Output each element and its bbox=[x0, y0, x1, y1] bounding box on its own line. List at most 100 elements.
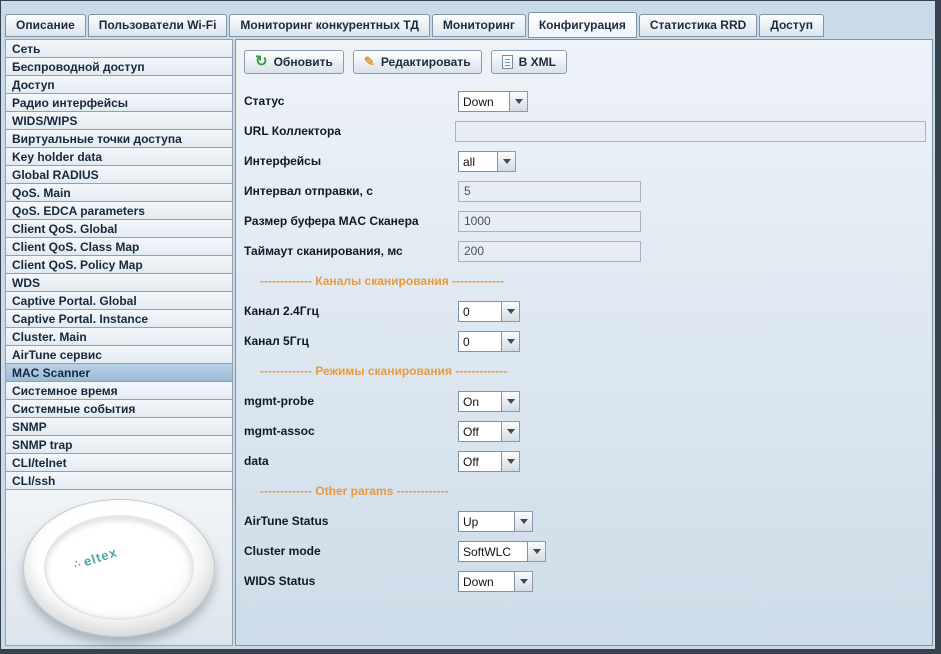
mgmt-assoc-row: mgmt-assoc Off bbox=[244, 416, 926, 446]
chevron-down-icon[interactable] bbox=[502, 301, 520, 322]
airtune-status-select[interactable]: Up bbox=[458, 511, 533, 532]
content-area: Сеть Беспроводной доступ Доступ Радио ин… bbox=[1, 37, 935, 649]
channel-5-select[interactable]: 0 bbox=[458, 331, 520, 352]
chevron-down-icon[interactable] bbox=[515, 571, 533, 592]
collector-url-row: URL Коллектора bbox=[244, 116, 926, 146]
interfaces-row: Интерфейсы all bbox=[244, 146, 926, 176]
buffer-size-input[interactable] bbox=[458, 211, 641, 232]
sidebar-item-radio-interfaces[interactable]: Радио интерфейсы bbox=[5, 93, 233, 112]
pencil-icon: ✎ bbox=[364, 56, 375, 68]
sidebar-item-cluster-main[interactable]: Cluster. Main bbox=[5, 327, 233, 346]
cluster-mode-label: Cluster mode bbox=[244, 544, 458, 558]
wids-status-select[interactable]: Down bbox=[458, 571, 533, 592]
section-other-params: ------------- Other params ------------- bbox=[244, 476, 926, 506]
mgmt-probe-select[interactable]: On bbox=[458, 391, 520, 412]
collector-url-label: URL Коллектора bbox=[244, 124, 455, 138]
chevron-down-icon[interactable] bbox=[528, 541, 546, 562]
data-select[interactable]: Off bbox=[458, 451, 520, 472]
chevron-down-icon[interactable] bbox=[502, 391, 520, 412]
data-label: data bbox=[244, 454, 458, 468]
sidebar-item-cli-telnet[interactable]: CLI/telnet bbox=[5, 453, 233, 472]
section-scan-modes: ------------- Режимы сканирования ------… bbox=[244, 356, 926, 386]
buffer-size-label: Размер буфера MAC Сканера bbox=[244, 214, 458, 228]
tab-access[interactable]: Доступ bbox=[759, 14, 824, 37]
cluster-mode-select[interactable]: SoftWLC bbox=[458, 541, 546, 562]
access-point-ring bbox=[44, 515, 194, 620]
sidebar-item-qos-edca-parameters[interactable]: QoS. EDCA parameters bbox=[5, 201, 233, 220]
sidebar-item-snmp[interactable]: SNMP bbox=[5, 417, 233, 436]
tab-bar: Описание Пользователи Wi-Fi Мониторинг к… bbox=[1, 1, 935, 37]
interfaces-value: all bbox=[458, 151, 498, 172]
status-label: Статус bbox=[244, 94, 458, 108]
channel-2-4-label: Канал 2.4Ггц bbox=[244, 304, 458, 318]
refresh-button-label: Обновить bbox=[274, 55, 333, 69]
cluster-mode-row: Cluster mode SoftWLC bbox=[244, 536, 926, 566]
edit-button[interactable]: ✎ Редактировать bbox=[353, 50, 482, 74]
sidebar-item-client-qos-class-map[interactable]: Client QoS. Class Map bbox=[5, 237, 233, 256]
chevron-down-icon[interactable] bbox=[502, 421, 520, 442]
sidebar-item-client-qos-global[interactable]: Client QoS. Global bbox=[5, 219, 233, 238]
tab-monitoring[interactable]: Мониторинг bbox=[432, 14, 526, 37]
mgmt-assoc-label: mgmt-assoc bbox=[244, 424, 458, 438]
to-xml-button[interactable]: В XML bbox=[491, 50, 567, 74]
sidebar-item-wids-wips[interactable]: WIDS/WIPS bbox=[5, 111, 233, 130]
chevron-down-icon[interactable] bbox=[498, 151, 516, 172]
wids-status-label: WIDS Status bbox=[244, 574, 458, 588]
tab-competitor-ap-monitoring[interactable]: Мониторинг конкурентных ТД bbox=[229, 14, 429, 37]
mgmt-probe-label: mgmt-probe bbox=[244, 394, 458, 408]
sidebar: Сеть Беспроводной доступ Доступ Радио ин… bbox=[5, 39, 233, 646]
sidebar-item-snmp-trap[interactable]: SNMP trap bbox=[5, 435, 233, 454]
chevron-down-icon[interactable] bbox=[510, 91, 528, 112]
sidebar-item-system-time[interactable]: Системное время bbox=[5, 381, 233, 400]
status-select[interactable]: Down bbox=[458, 91, 528, 112]
sidebar-item-captive-portal-instance[interactable]: Captive Portal. Instance bbox=[5, 309, 233, 328]
buffer-size-row: Размер буфера MAC Сканера bbox=[244, 206, 926, 236]
wids-status-row: WIDS Status Down bbox=[244, 566, 926, 596]
tab-configuration[interactable]: Конфигурация bbox=[528, 12, 637, 38]
scan-timeout-label: Таймаут сканирования, мс bbox=[244, 244, 458, 258]
mgmt-probe-row: mgmt-probe On bbox=[244, 386, 926, 416]
tab-description[interactable]: Описание bbox=[5, 14, 86, 37]
airtune-status-label: AirTune Status bbox=[244, 514, 458, 528]
sidebar-item-access[interactable]: Доступ bbox=[5, 75, 233, 94]
sidebar-item-wds[interactable]: WDS bbox=[5, 273, 233, 292]
send-interval-input[interactable] bbox=[458, 181, 641, 202]
channel-2-4-row: Канал 2.4Ггц 0 bbox=[244, 296, 926, 326]
chevron-down-icon[interactable] bbox=[502, 331, 520, 352]
cluster-mode-value: SoftWLC bbox=[458, 541, 528, 562]
tab-wifi-users[interactable]: Пользователи Wi-Fi bbox=[88, 14, 228, 37]
sidebar-item-captive-portal-global[interactable]: Captive Portal. Global bbox=[5, 291, 233, 310]
collector-url-input[interactable] bbox=[455, 121, 926, 142]
sidebar-item-network[interactable]: Сеть bbox=[5, 39, 233, 58]
channel-2-4-value: 0 bbox=[458, 301, 502, 322]
channel-5-value: 0 bbox=[458, 331, 502, 352]
sidebar-item-cli-ssh[interactable]: CLI/ssh bbox=[5, 471, 233, 490]
chevron-down-icon[interactable] bbox=[515, 511, 533, 532]
sidebar-item-key-holder-data[interactable]: Key holder data bbox=[5, 147, 233, 166]
sidebar-item-airtune-service[interactable]: AirTune сервис bbox=[5, 345, 233, 364]
refresh-icon: ↻ bbox=[255, 56, 268, 68]
sidebar-item-mac-scanner[interactable]: MAC Scanner bbox=[5, 363, 233, 382]
sidebar-item-client-qos-policy-map[interactable]: Client QoS. Policy Map bbox=[5, 255, 233, 274]
interfaces-select[interactable]: all bbox=[458, 151, 516, 172]
tab-rrd-statistics[interactable]: Статистика RRD bbox=[639, 14, 757, 37]
scan-timeout-input[interactable] bbox=[458, 241, 641, 262]
refresh-button[interactable]: ↻ Обновить bbox=[244, 50, 344, 74]
channel-2-4-select[interactable]: 0 bbox=[458, 301, 520, 322]
sidebar-item-wireless-access[interactable]: Беспроводной доступ bbox=[5, 57, 233, 76]
edit-button-label: Редактировать bbox=[381, 55, 471, 69]
access-point-image: ∴ eltex bbox=[23, 499, 215, 637]
section-scan-channels: ------------- Каналы сканирования ------… bbox=[244, 266, 926, 296]
sidebar-item-system-events[interactable]: Системные события bbox=[5, 399, 233, 418]
interfaces-label: Интерфейсы bbox=[244, 154, 458, 168]
mac-scanner-form: Статус Down URL Коллектора Интерфейсы al… bbox=[244, 86, 926, 596]
data-row: data Off bbox=[244, 446, 926, 476]
data-value: Off bbox=[458, 451, 502, 472]
mgmt-assoc-select[interactable]: Off bbox=[458, 421, 520, 442]
airtune-status-value: Up bbox=[458, 511, 515, 532]
sidebar-item-qos-main[interactable]: QoS. Main bbox=[5, 183, 233, 202]
sidebar-item-virtual-access-points[interactable]: Виртуальные точки доступа bbox=[5, 129, 233, 148]
sidebar-item-global-radius[interactable]: Global RADIUS bbox=[5, 165, 233, 184]
chevron-down-icon[interactable] bbox=[502, 451, 520, 472]
status-row: Статус Down bbox=[244, 86, 926, 116]
